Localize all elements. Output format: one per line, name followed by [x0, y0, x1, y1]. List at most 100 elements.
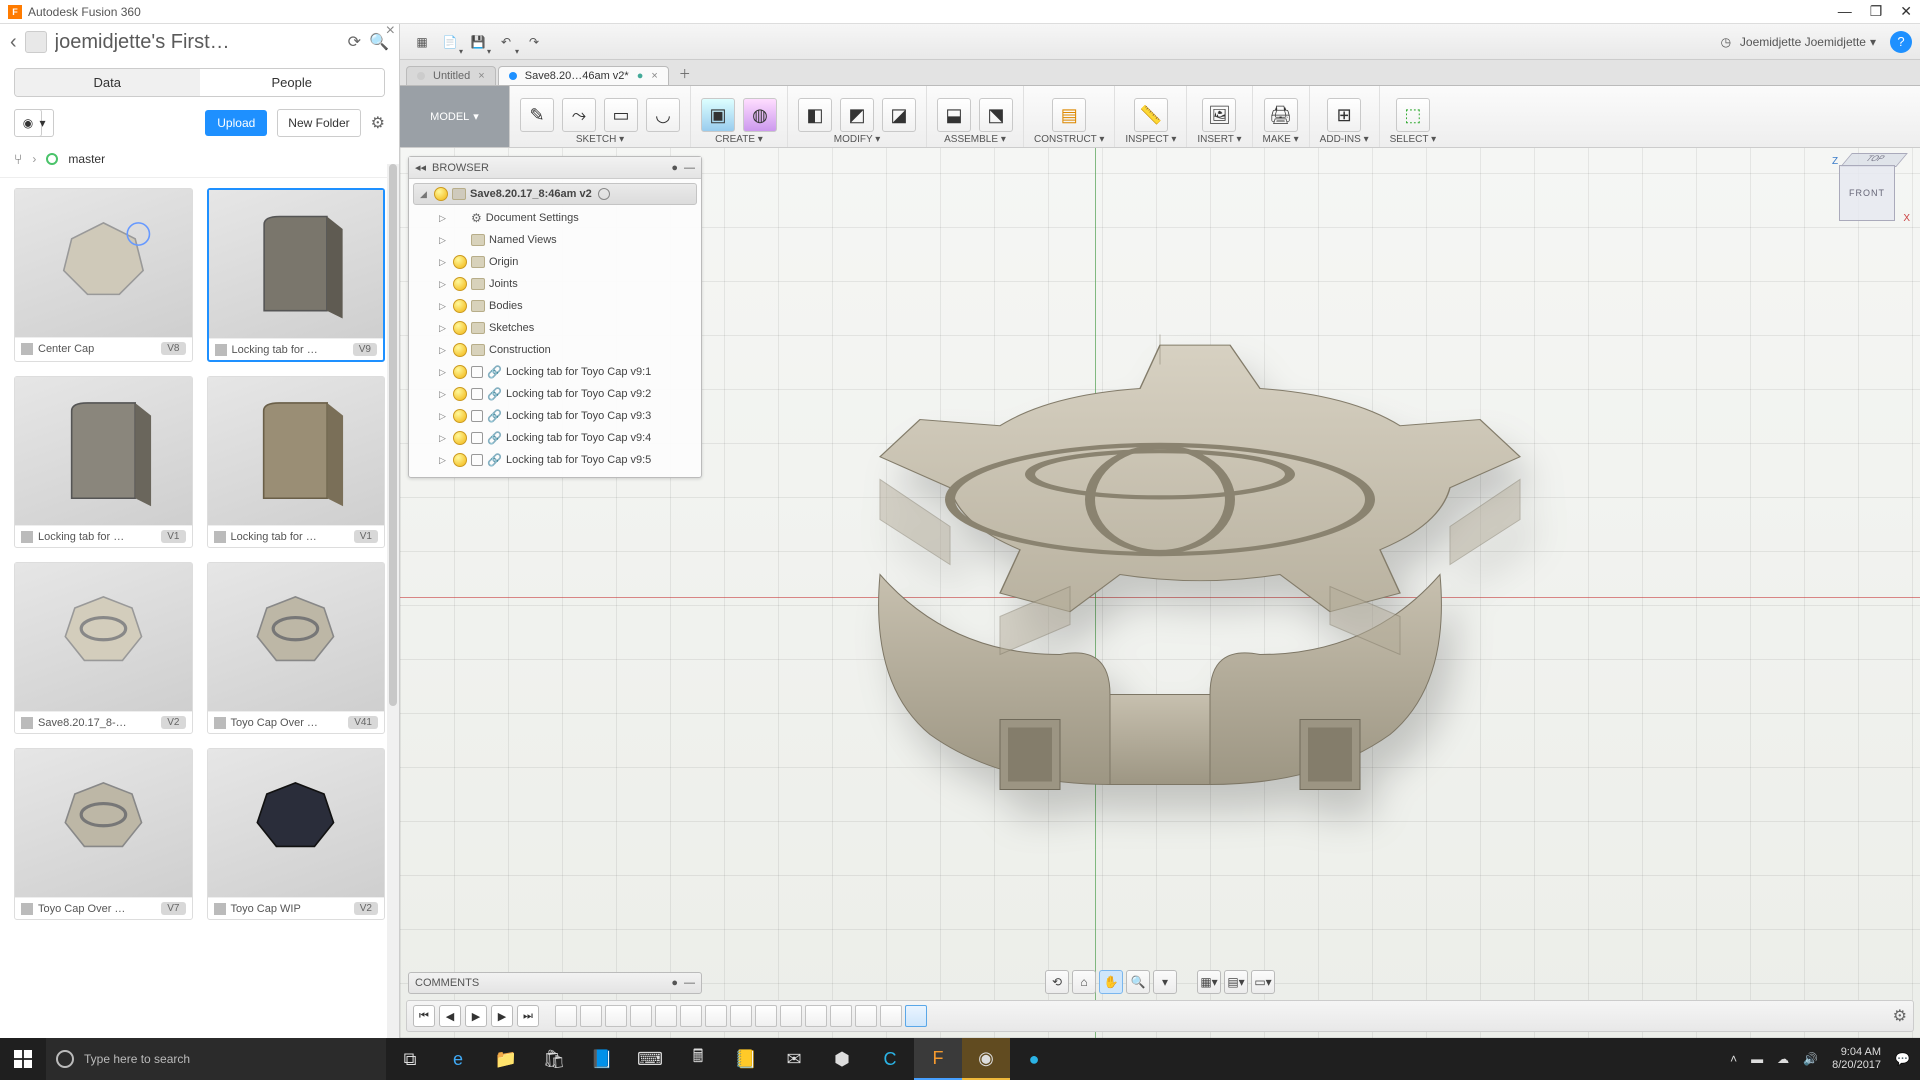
tray-up-icon[interactable]: ˄	[1730, 1052, 1737, 1066]
user-menu[interactable]: Joemidjette Joemidjette▾	[1740, 35, 1876, 49]
timeline-feature[interactable]	[655, 1005, 677, 1027]
timeline-prev-button[interactable]: ◀	[439, 1005, 461, 1027]
thumbnail-item[interactable]: Toyo Cap Over … V41	[207, 562, 386, 734]
notifications-icon[interactable]: 💬	[1895, 1052, 1910, 1066]
expand-icon[interactable]: ▷	[439, 455, 449, 466]
visibility-bulb[interactable]	[453, 431, 467, 445]
app-icon-5[interactable]: C	[866, 1038, 914, 1080]
browser-root[interactable]: ◢ Save8.20.17_8:46am v2	[413, 183, 697, 205]
browser-item[interactable]: ▷ 🔗 Locking tab for Toyo Cap v9:2	[413, 383, 697, 405]
expand-icon[interactable]: ▷	[439, 367, 449, 378]
tray-volume-icon[interactable]: 🔊	[1803, 1052, 1818, 1066]
undo-button[interactable]: ↶	[492, 29, 520, 55]
arc-tool-icon[interactable]: ◡	[646, 98, 680, 132]
browser-min-icon[interactable]: —	[684, 162, 695, 174]
browser-item[interactable]: ▷ 🔗 Locking tab for Toyo Cap v9:3	[413, 405, 697, 427]
timeline-feature[interactable]	[880, 1005, 902, 1027]
comments-panel[interactable]: COMMENTS ●—	[408, 972, 702, 994]
panel-settings-button[interactable]: ⚙	[371, 113, 385, 133]
thumbnail-item[interactable]: Locking tab for … V9	[207, 188, 386, 362]
chrome-icon[interactable]: ◉	[962, 1038, 1010, 1080]
file-button[interactable]: 📄	[436, 29, 464, 55]
timeline-feature[interactable]	[905, 1005, 927, 1027]
app-icon-2[interactable]: ⌨	[626, 1038, 674, 1080]
canvas[interactable]: ◂◂ BROWSER ●— ◢ Save8.20.17_8:46am v2 ▷ …	[400, 148, 1920, 1038]
visibility-bulb[interactable]	[453, 387, 467, 401]
plane-icon[interactable]: ▤	[1052, 98, 1086, 132]
timeline-feature[interactable]	[730, 1005, 752, 1027]
grid-settings-button[interactable]: ▤▾	[1224, 970, 1248, 994]
orbit-button[interactable]: ⟲	[1045, 970, 1069, 994]
maximize-button[interactable]: ❐	[1870, 3, 1883, 20]
app-icon-6[interactable]: ●	[1010, 1038, 1058, 1080]
timeline-feature[interactable]	[580, 1005, 602, 1027]
view-toggle-dropdown[interactable]: ▾	[32, 109, 54, 137]
browser-header[interactable]: ◂◂ BROWSER ●—	[409, 157, 701, 179]
thumbnail-item[interactable]: Locking tab for … V1	[14, 376, 193, 548]
form-tool-icon[interactable]: ◍	[743, 98, 777, 132]
browser-item[interactable]: ▷ 🔗 Locking tab for Toyo Cap v9:1	[413, 361, 697, 383]
expand-icon[interactable]: ▷	[439, 213, 449, 224]
edge-icon[interactable]: e	[434, 1038, 482, 1080]
thumbnail-item[interactable]: Center Cap V8	[14, 188, 193, 362]
measure-icon[interactable]: 📏	[1134, 98, 1168, 132]
visibility-bulb[interactable]	[453, 277, 467, 291]
press-pull-icon[interactable]: ◧	[798, 98, 832, 132]
viewport-button[interactable]: ▭▾	[1251, 970, 1275, 994]
refresh-button[interactable]: ⟳	[348, 32, 361, 52]
comments-min-icon[interactable]: —	[684, 977, 695, 989]
tab-people[interactable]: People	[200, 69, 385, 96]
file-explorer-icon[interactable]: 📁	[482, 1038, 530, 1080]
browser-item[interactable]: ▷ 🔗 Locking tab for Toyo Cap v9:4	[413, 427, 697, 449]
expand-icon[interactable]: ▷	[439, 345, 449, 356]
insert-decal-icon[interactable]: 🖼	[1202, 98, 1236, 132]
thumbnail-item[interactable]: Toyo Cap WIP V2	[207, 748, 386, 920]
browser-item[interactable]: ▷ Sketches	[413, 317, 697, 339]
timeline-feature[interactable]	[855, 1005, 877, 1027]
thumbnail-item[interactable]: Save8.20.17_8-… V2	[14, 562, 193, 734]
view-cube[interactable]: TOP FRONT Z X	[1832, 158, 1902, 228]
joint-icon[interactable]: ⬔	[979, 98, 1013, 132]
browser-opts-icon[interactable]: ●	[671, 162, 678, 174]
save-button[interactable]: 💾	[464, 29, 492, 55]
zoom-button[interactable]: 🔍	[1126, 970, 1150, 994]
timeline-feature[interactable]	[705, 1005, 727, 1027]
expand-icon[interactable]: ▷	[439, 257, 449, 268]
thumbnail-item[interactable]: Locking tab for … V1	[207, 376, 386, 548]
mail-icon[interactable]: ✉	[770, 1038, 818, 1080]
browser-panel[interactable]: ◂◂ BROWSER ●— ◢ Save8.20.17_8:46am v2 ▷ …	[408, 156, 702, 478]
shell-icon[interactable]: ◪	[882, 98, 916, 132]
close-tab-icon[interactable]: ×	[651, 70, 657, 82]
fillet-icon[interactable]: ◩	[840, 98, 874, 132]
timeline-feature[interactable]	[805, 1005, 827, 1027]
timeline-settings-button[interactable]: ⚙	[1893, 1006, 1907, 1026]
line-tool-icon[interactable]: ⤳	[562, 98, 596, 132]
3d-print-icon[interactable]: 🖨	[1264, 98, 1298, 132]
close-button[interactable]: ✕	[1900, 3, 1912, 20]
new-folder-button[interactable]: New Folder	[277, 109, 360, 137]
visibility-bulb[interactable]	[453, 321, 467, 335]
visibility-bulb[interactable]	[453, 343, 467, 357]
clock[interactable]: 9:04 AM 8/20/2017	[1832, 1046, 1881, 1071]
timeline-feature[interactable]	[630, 1005, 652, 1027]
select-icon[interactable]: ⬚	[1396, 98, 1430, 132]
expand-icon[interactable]: ▷	[439, 411, 449, 422]
addins-icon[interactable]: ⊞	[1327, 98, 1361, 132]
tray-onedrive-icon[interactable]: ☁	[1777, 1052, 1789, 1066]
fusion-taskbar-icon[interactable]: F	[914, 1038, 962, 1080]
create-sketch-icon[interactable]: ✎	[520, 98, 554, 132]
close-tab-icon[interactable]: ×	[478, 70, 484, 82]
timeline-feature[interactable]	[780, 1005, 802, 1027]
look-at-button[interactable]: ⌂	[1072, 970, 1096, 994]
timeline-feature[interactable]	[680, 1005, 702, 1027]
browser-item[interactable]: ▷ Bodies	[413, 295, 697, 317]
timeline-feature[interactable]	[755, 1005, 777, 1027]
workspace-switcher[interactable]: MODEL▾	[400, 86, 510, 147]
browser-item[interactable]: ▷ Origin	[413, 251, 697, 273]
timeline-first-button[interactable]: ⏮	[413, 1005, 435, 1027]
display-settings-button[interactable]: ▦▾	[1197, 970, 1221, 994]
expand-icon[interactable]: ▷	[439, 433, 449, 444]
branch-row[interactable]: ⑂ › master	[0, 147, 399, 178]
browser-item[interactable]: ▷ Joints	[413, 273, 697, 295]
minimize-button[interactable]: —	[1838, 3, 1852, 20]
